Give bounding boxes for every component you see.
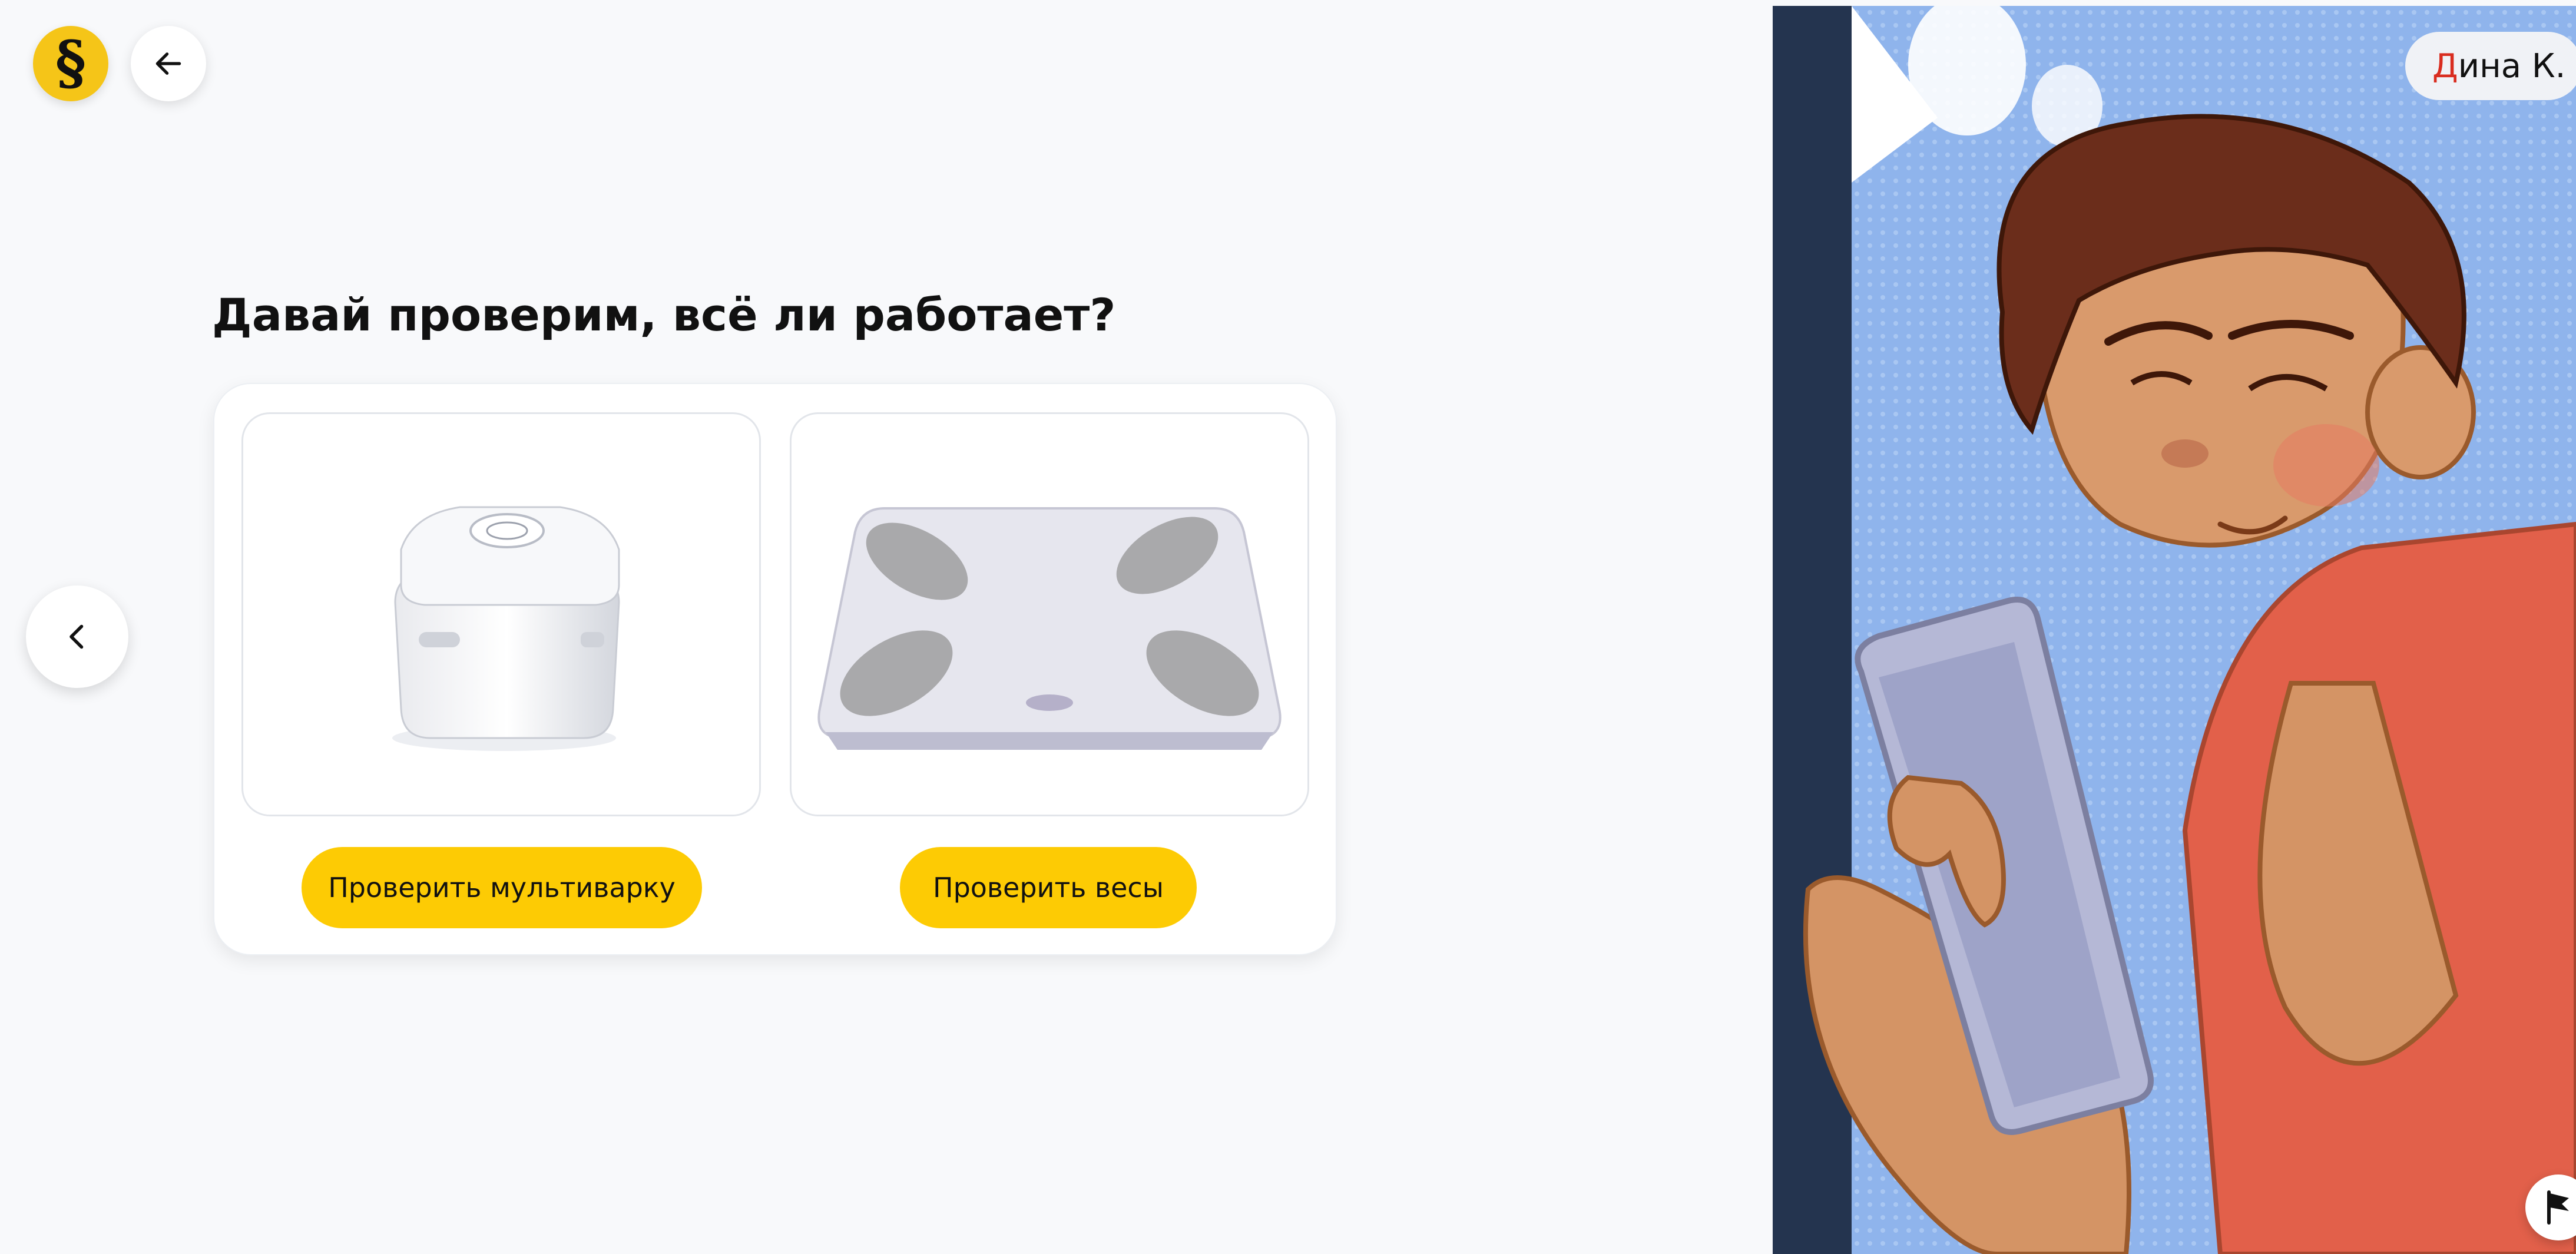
page-title: Давай проверим, всё ли работает? bbox=[212, 289, 1116, 341]
arrow-left-icon bbox=[155, 52, 181, 75]
user-name-badge[interactable]: Д ина К. bbox=[2405, 32, 2576, 100]
multicooker-image-frame bbox=[241, 412, 761, 816]
user-name-initial: Д bbox=[2432, 47, 2458, 85]
previous-button[interactable] bbox=[26, 585, 128, 688]
chevron-left-icon bbox=[69, 624, 84, 649]
scale-image-frame bbox=[790, 412, 1309, 816]
check-scale-button[interactable]: Проверить весы bbox=[900, 847, 1197, 928]
character-illustration bbox=[1773, 6, 2576, 1254]
flag-icon bbox=[2547, 1190, 2569, 1225]
logo-glyph: § bbox=[55, 28, 87, 97]
multicooker-image bbox=[392, 506, 620, 751]
report-button[interactable] bbox=[2525, 1174, 2576, 1240]
choice-card: Проверить мультиварку Проверить весы bbox=[213, 383, 1337, 955]
logo[interactable]: § bbox=[33, 26, 108, 101]
user-name-rest: ина К. bbox=[2458, 47, 2566, 85]
scale-image bbox=[817, 507, 1282, 750]
check-multicooker-button[interactable]: Проверить мультиварку bbox=[302, 847, 702, 928]
back-button[interactable] bbox=[131, 26, 206, 101]
